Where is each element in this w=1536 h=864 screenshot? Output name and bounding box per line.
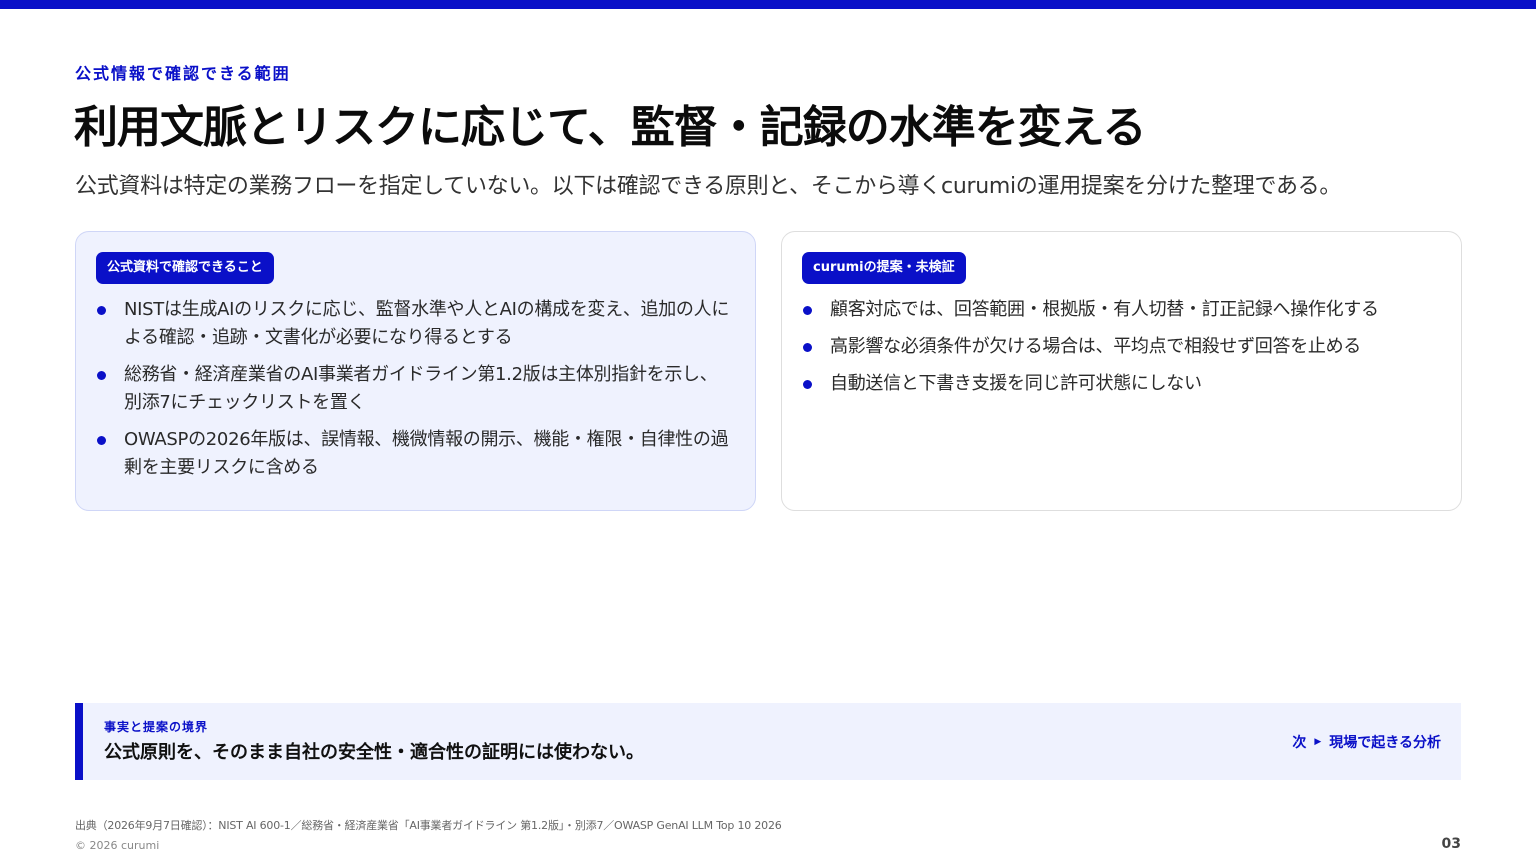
list-item: 高影響な必須条件が欠ける場合は、平均点で相殺せず回答を止める (802, 333, 1441, 361)
note-text: 公式原則を、そのまま自社の安全性・適合性の証明には使わない。 (104, 742, 644, 763)
list-item-text: 高影響な必須条件が欠ける場合は、平均点で相殺せず回答を止める (830, 336, 1361, 357)
list-item: 顧客対応では、回答範囲・根拠版・有人切替・訂正記録へ操作化する (802, 296, 1441, 324)
source-citation: 出典（2026年9月7日確認）：NIST AI 600-1／総務省・経済産業省「… (75, 819, 782, 832)
next-label: 現場で起きる分析 (1329, 735, 1441, 751)
list-item-text: 顧客対応では、回答範囲・根拠版・有人切替・訂正記録へ操作化する (830, 299, 1379, 320)
list-item-text: NISTは生成AIのリスクに応じ、監督水準や人とAIの構成を変え、追加の人による… (124, 299, 730, 348)
list-item: 自動送信と下書き支援を同じ許可状態にしない (802, 370, 1441, 398)
play-arrow-icon: ▶ (1314, 737, 1322, 747)
bullet-dot-icon (803, 380, 812, 389)
bullet-dot-icon (97, 371, 106, 380)
bullet-dot-icon (803, 306, 812, 315)
bullet-dot-icon (97, 436, 106, 445)
curumi-proposal-card: curumiの提案・未検証 顧客対応では、回答範囲・根拠版・有人切替・訂正記録へ… (781, 231, 1462, 511)
next-section-link[interactable]: 次 ▶ 現場で起きる分析 (1292, 732, 1441, 752)
official-facts-card: 公式資料で確認できること NISTは生成AIのリスクに応じ、監督水準や人とAIの… (75, 231, 756, 511)
official-facts-badge: 公式資料で確認できること (96, 252, 274, 284)
list-item-text: 総務省・経済産業省のAI事業者ガイドライン第1.2版は主体別指針を示し、別添7に… (124, 364, 718, 413)
curumi-proposal-badge: curumiの提案・未検証 (802, 252, 966, 284)
page-number: 03 (1441, 836, 1461, 852)
boundary-note: 事実と提案の境界 公式原則を、そのまま自社の安全性・適合性の証明には使わない。 … (75, 703, 1461, 780)
page-subtitle: 公式資料は特定の業務フローを指定していない。以下は確認できる原則と、そこから導く… (75, 174, 1342, 199)
list-item: 総務省・経済産業省のAI事業者ガイドライン第1.2版は主体別指針を示し、別添7に… (96, 361, 735, 417)
list-item-text: OWASPの2026年版は、誤情報、機微情報の開示、機能・権限・自律性の過剰を主… (124, 429, 729, 478)
bullet-dot-icon (803, 343, 812, 352)
official-facts-list: NISTは生成AIのリスクに応じ、監督水準や人とAIの構成を変え、追加の人による… (96, 296, 735, 482)
list-item-text: 自動送信と下書き支援を同じ許可状態にしない (830, 373, 1202, 394)
bullet-dot-icon (97, 306, 106, 315)
section-eyebrow: 公式情報で確認できる範囲 (75, 64, 291, 83)
list-item: NISTは生成AIのリスクに応じ、監督水準や人とAIの構成を変え、追加の人による… (96, 296, 735, 352)
page-title: 利用文脈とリスクに応じて、監督・記録の水準を変える (74, 102, 1146, 153)
copyright: © 2026 curumi (75, 839, 160, 852)
curumi-proposal-list: 顧客対応では、回答範囲・根拠版・有人切替・訂正記録へ操作化する 高影響な必須条件… (802, 296, 1441, 398)
note-label: 事実と提案の境界 (104, 720, 209, 734)
top-accent-bar (0, 0, 1536, 9)
next-prefix: 次 (1292, 735, 1307, 751)
list-item: OWASPの2026年版は、誤情報、機微情報の開示、機能・権限・自律性の過剰を主… (96, 426, 735, 482)
